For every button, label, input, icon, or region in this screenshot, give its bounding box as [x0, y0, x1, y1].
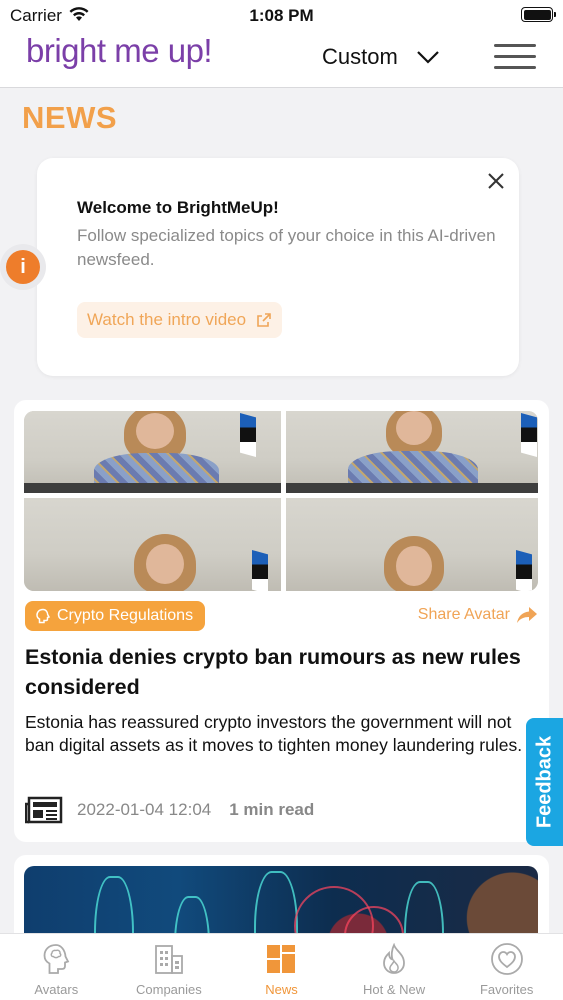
article-image	[24, 498, 281, 591]
article-meta: 2022-01-04 12:04 1 min read	[25, 796, 314, 824]
app-header: bright me up! Custom	[0, 30, 563, 88]
read-time: 1 min read	[229, 800, 315, 819]
feed-filter-label: Custom	[322, 44, 398, 69]
article-summary: Estonia has reassured crypto investors t…	[25, 712, 523, 755]
brand-logo[interactable]: bright me up!	[26, 32, 213, 70]
flame-icon	[383, 943, 405, 974]
bottom-tab-bar: Avatars Companies News Hot & New Favorit…	[0, 933, 563, 1000]
welcome-body: Follow specialized topics of your choice…	[77, 226, 496, 269]
article-headline[interactable]: Estonia denies crypto ban rumours as new…	[25, 642, 535, 702]
chevron-down-icon	[417, 51, 439, 64]
close-icon[interactable]	[487, 172, 505, 190]
tab-avatars[interactable]: Avatars	[0, 934, 113, 1000]
status-bar: Carrier 1:08 PM	[0, 0, 563, 30]
article-image	[286, 498, 538, 591]
news-card[interactable]: Crypto Regulations Share Avatar Estonia …	[14, 400, 549, 842]
article-image	[24, 411, 281, 493]
welcome-title: Welcome to BrightMeUp!	[77, 198, 279, 217]
hamburger-menu-button[interactable]	[494, 44, 536, 72]
article-image-collage	[24, 411, 538, 591]
grid-icon	[267, 945, 296, 973]
welcome-tooltip: Welcome to BrightMeUp! Follow specialize…	[37, 158, 519, 376]
article-image	[286, 411, 538, 493]
external-link-icon	[257, 313, 271, 327]
tab-avatars-label: Avatars	[34, 982, 79, 997]
info-icon[interactable]: i	[6, 250, 40, 284]
tab-favorites[interactable]: Favorites	[450, 934, 563, 1000]
share-avatar-label: Share Avatar	[417, 606, 510, 623]
share-avatar-button[interactable]: Share Avatar	[418, 606, 538, 624]
tab-news[interactable]: News	[225, 934, 338, 1000]
share-arrow-icon	[517, 607, 537, 623]
feed-filter-dropdown[interactable]: Custom	[322, 44, 440, 70]
topic-tag-label: Crypto Regulations	[57, 607, 194, 624]
newspaper-icon	[25, 796, 63, 824]
clock: 1:08 PM	[249, 6, 314, 25]
tab-companies-label: Companies	[136, 982, 202, 997]
tab-companies[interactable]: Companies	[113, 934, 226, 1000]
heart-icon	[490, 943, 523, 975]
page-title: NEWS	[22, 100, 117, 135]
article-date: 2022-01-04 12:04	[77, 800, 212, 819]
watch-intro-video-button[interactable]: Watch the intro video	[77, 302, 283, 338]
feedback-button[interactable]: Feedback	[526, 718, 563, 846]
building-icon	[154, 945, 183, 974]
topic-tag[interactable]: Crypto Regulations	[25, 601, 206, 631]
head-icon	[43, 944, 70, 974]
tab-favorites-label: Favorites	[479, 982, 534, 997]
tab-hot-and-new-label: Hot & New	[363, 982, 426, 997]
head-icon	[36, 608, 51, 624]
battery-icon	[521, 7, 556, 22]
feedback-label: Feedback	[533, 735, 555, 829]
watch-intro-video-label: Watch the intro video	[87, 310, 247, 329]
tab-news-label: News	[265, 982, 298, 997]
tab-hot-and-new[interactable]: Hot & New	[338, 934, 451, 1000]
